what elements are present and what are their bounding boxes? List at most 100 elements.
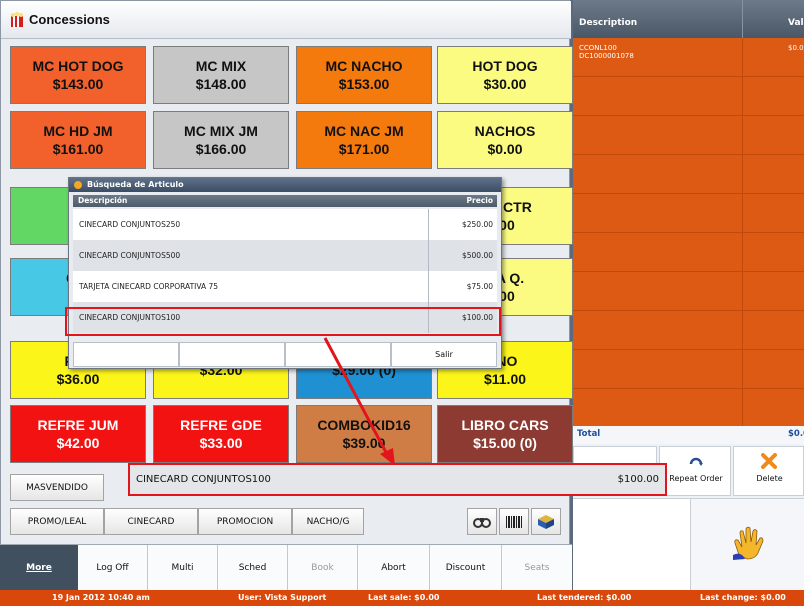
- seats-button[interactable]: Seats: [502, 545, 572, 591]
- item-tile[interactable]: COMBOKID16 $39.00: [296, 405, 432, 463]
- status-datetime: 19 Jan 2012 10:40 am: [52, 593, 150, 602]
- total-row: Total $0.0: [573, 426, 804, 444]
- dialog-blank-button[interactable]: [73, 342, 179, 367]
- blank-panel: [573, 499, 691, 591]
- item-tile[interactable]: REFRE JUM $42.00: [10, 405, 146, 463]
- dialog-row[interactable]: CINECARD CONJUNTOS250 $250.00: [73, 209, 497, 240]
- category-masvendido-button[interactable]: MASVENDIDO: [10, 474, 104, 501]
- category-promocion-button[interactable]: PROMOCION: [198, 508, 292, 535]
- column-divider: [428, 240, 429, 271]
- status-bar: 19 Jan 2012 10:40 am User: Vista Support…: [0, 590, 804, 606]
- col-precio: Precio: [466, 196, 493, 205]
- dialog-row-price: $75.00: [466, 282, 493, 291]
- dialog-blank-button[interactable]: [179, 342, 285, 367]
- repeat-order-label: Repeat Order: [669, 474, 723, 483]
- item-name: HOT DOG: [472, 58, 538, 74]
- popcorn-icon: [11, 12, 23, 27]
- more-button[interactable]: More: [0, 545, 78, 591]
- category-promo-leal-button[interactable]: PROMO/LEAL: [10, 508, 104, 535]
- total-label: Total: [577, 429, 601, 439]
- item-name: MC NAC JM: [324, 123, 404, 139]
- item-name: MC NACHO: [325, 58, 403, 74]
- order-empty-row: [573, 350, 804, 389]
- status-user: User: Vista Support: [238, 593, 327, 602]
- order-line-code: DC1000001078: [579, 52, 634, 60]
- callout-price: $100.00: [617, 474, 659, 485]
- item-price: $39.00: [342, 435, 386, 451]
- sched-button[interactable]: Sched: [218, 545, 288, 591]
- dialog-blank-button[interactable]: [285, 342, 391, 367]
- item-tile[interactable]: MC NACHO $153.00: [296, 46, 432, 104]
- column-divider: [428, 271, 429, 302]
- order-col-value: Valu: [788, 18, 804, 28]
- status-last-sale: Last sale: $0.00: [368, 593, 440, 602]
- multi-button[interactable]: Multi: [148, 545, 218, 591]
- status-last-tendered: Last tendered: $0.00: [537, 593, 632, 602]
- raised-hand-icon[interactable]: [731, 525, 767, 561]
- order-line[interactable]: CCONL100 DC1000001078 $0.0: [573, 38, 804, 77]
- item-tile[interactable]: REFRE GDE $33.00: [153, 405, 289, 463]
- item-price: $153.00: [338, 76, 390, 92]
- item-name: MC HOT DOG: [32, 58, 124, 74]
- order-col-description: Description: [579, 18, 638, 28]
- order-empty-row: [573, 194, 804, 233]
- selected-row-highlight: [65, 307, 501, 336]
- repeat-order-button[interactable]: Repeat Order: [659, 446, 731, 496]
- header-divider: [742, 0, 743, 38]
- order-line-desc: CCONL100: [579, 44, 617, 52]
- order-list[interactable]: CCONL100 DC1000001078 $0.0: [573, 38, 804, 426]
- delete-x-icon: [761, 453, 777, 469]
- dialog-row-price: $250.00: [461, 220, 493, 229]
- item-name: NACHOS: [474, 123, 536, 139]
- hand-area: [573, 498, 804, 591]
- item-name: MC MIX: [195, 58, 247, 74]
- delete-button[interactable]: Delete: [733, 446, 804, 496]
- log-off-button[interactable]: Log Off: [78, 545, 148, 591]
- repeat-icon: [689, 457, 703, 466]
- abort-button[interactable]: Abort: [358, 545, 430, 591]
- item-tile[interactable]: MC NAC JM $171.00: [296, 111, 432, 169]
- dialog-title: Búsqueda de Articulo: [87, 180, 184, 189]
- barcode-icon[interactable]: [499, 508, 529, 535]
- item-tile[interactable]: MC HOT DOG $143.00: [10, 46, 146, 104]
- dialog-row[interactable]: TARJETA CINECARD CORPORATIVA 75 $75.00: [73, 271, 497, 302]
- column-divider: [428, 209, 429, 240]
- item-price: $15.00 (0): [473, 435, 537, 451]
- item-name: MC MIX JM: [184, 123, 258, 139]
- total-value: $0.0: [788, 429, 804, 439]
- order-empty-row: [573, 389, 804, 428]
- title-bar: Concessions: [1, 1, 571, 39]
- search-dialog: Búsqueda de Articulo Descripción Precio …: [68, 177, 502, 369]
- item-tile[interactable]: MC MIX $148.00: [153, 46, 289, 104]
- item-tile[interactable]: HOT DOG $30.00: [437, 46, 573, 104]
- book-button[interactable]: Book: [288, 545, 358, 591]
- item-tile[interactable]: NACHOS $0.00: [437, 111, 573, 169]
- item-name: REFRE JUM: [37, 417, 119, 433]
- item-tile[interactable]: MC HD JM $161.00: [10, 111, 146, 169]
- order-panel: Description Valu CCONL100 DC1000001078 $…: [573, 0, 804, 591]
- col-descripcion: Descripción: [78, 196, 128, 205]
- item-tile[interactable]: MC MIX JM $166.00: [153, 111, 289, 169]
- category-cinecard-button[interactable]: CINECARD: [104, 508, 198, 535]
- order-empty-row: [573, 233, 804, 272]
- item-name: MC HD JM: [43, 123, 113, 139]
- item-name: REFRE GDE: [180, 417, 262, 433]
- category-nacho-g-button[interactable]: NACHO/G: [292, 508, 364, 535]
- salir-button[interactable]: Salir: [391, 342, 497, 367]
- callout-desc: CINECARD CONJUNTOS100: [136, 474, 271, 485]
- item-name: COMBOKID16: [317, 417, 411, 433]
- item-price: $166.00: [195, 141, 247, 157]
- box-icon[interactable]: [531, 508, 561, 535]
- binoculars-icon[interactable]: [467, 508, 497, 535]
- item-tile[interactable]: LIBRO CARS $15.00 (0): [437, 405, 573, 463]
- item-price: $33.00: [199, 435, 243, 451]
- dialog-row-desc: TARJETA CINECARD CORPORATIVA 75: [79, 282, 219, 291]
- discount-button[interactable]: Discount: [430, 545, 502, 591]
- dialog-row[interactable]: CINECARD CONJUNTOS500 $500.00: [73, 240, 497, 271]
- order-divider: [742, 38, 743, 426]
- order-empty-row: [573, 272, 804, 311]
- dialog-button-bar: Salir: [73, 342, 497, 367]
- order-empty-row: [573, 155, 804, 194]
- order-header: Description Valu: [573, 0, 804, 38]
- bottom-nav: More Log Off Multi Sched Book Abort Disc…: [0, 544, 572, 591]
